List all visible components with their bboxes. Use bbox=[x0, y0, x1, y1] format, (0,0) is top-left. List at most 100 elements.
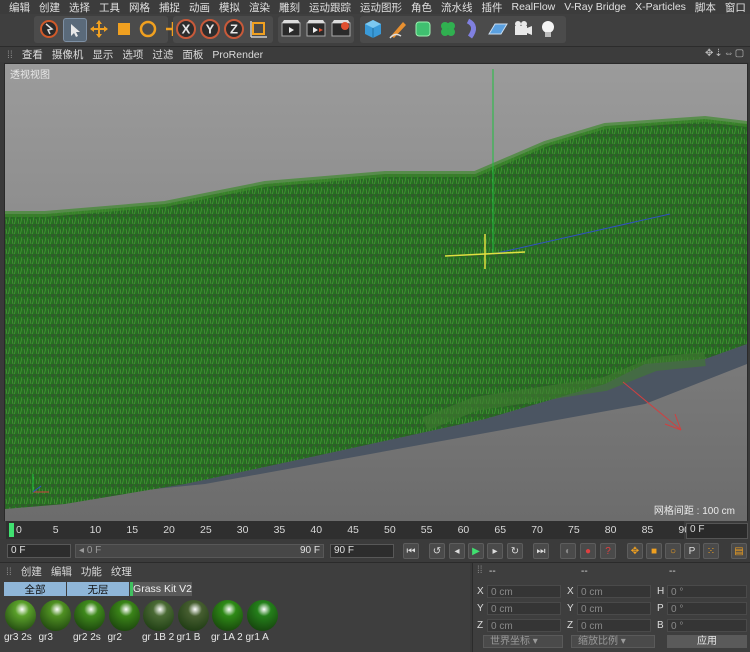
render-view-icon[interactable] bbox=[280, 18, 302, 40]
apply-button[interactable]: 应用 bbox=[667, 635, 747, 648]
viewport-menu-item[interactable]: ProRender bbox=[212, 49, 263, 61]
cube-icon[interactable] bbox=[362, 18, 384, 40]
viewport-menu-item[interactable]: 选项 bbox=[122, 47, 143, 62]
material-swatch[interactable]: gr 1A 2 bbox=[211, 599, 244, 651]
auto-key-icon[interactable]: ● bbox=[580, 543, 596, 559]
light-icon[interactable] bbox=[537, 18, 559, 40]
deformer-icon[interactable] bbox=[462, 18, 484, 40]
material-swatch[interactable]: gr1 A bbox=[246, 599, 279, 651]
coord-value-field[interactable]: 0 ° bbox=[667, 585, 747, 598]
scale-icon[interactable] bbox=[113, 18, 135, 40]
keyframe-selection-icon[interactable]: ? bbox=[600, 543, 616, 559]
move-icon[interactable] bbox=[88, 18, 110, 40]
cloner-icon[interactable] bbox=[437, 18, 459, 40]
material-menu-item[interactable]: 纹理 bbox=[111, 564, 132, 579]
playhead[interactable] bbox=[9, 523, 14, 537]
floor-icon[interactable] bbox=[487, 18, 509, 40]
menu-item[interactable]: V-Ray Bridge bbox=[564, 1, 626, 13]
viewport-menu-item[interactable]: 查看 bbox=[22, 47, 43, 62]
rotate-icon[interactable] bbox=[137, 18, 159, 40]
key-scale-icon[interactable]: ■ bbox=[646, 543, 662, 559]
viewport-nav-icons[interactable]: ✥⇣⇔▢ bbox=[705, 48, 745, 59]
menu-item[interactable]: 脚本 bbox=[695, 0, 716, 15]
menu-item[interactable]: 动画 bbox=[189, 0, 210, 15]
viewport-menu-item[interactable]: 过滤 bbox=[152, 47, 173, 62]
menu-item[interactable]: 创建 bbox=[39, 0, 60, 15]
viewport-menu-item[interactable]: 面板 bbox=[182, 47, 203, 62]
key-rotation-icon[interactable]: ○ bbox=[665, 543, 681, 559]
coord-value-field[interactable]: 0 cm bbox=[577, 602, 651, 615]
menu-item[interactable]: 运动跟踪 bbox=[309, 0, 351, 15]
prev-key-icon[interactable]: ↺ bbox=[429, 543, 445, 559]
undo-view-icon[interactable] bbox=[38, 18, 60, 40]
material-swatch[interactable]: gr3 2s bbox=[4, 599, 37, 651]
material-swatch[interactable]: gr1 B bbox=[177, 599, 210, 651]
menu-item[interactable]: 插件 bbox=[482, 0, 503, 15]
menu-item[interactable]: 网格 bbox=[129, 0, 150, 15]
menu-item[interactable]: X-Particles bbox=[635, 1, 686, 13]
live-select-icon[interactable] bbox=[63, 18, 87, 42]
next-frame-icon[interactable]: ▸ bbox=[487, 543, 503, 559]
world-coordinates-dropdown[interactable]: 世界坐标 ▾ bbox=[483, 635, 563, 648]
viewport-menu-item[interactable]: 显示 bbox=[92, 47, 113, 62]
render-picture-viewer-icon[interactable] bbox=[305, 18, 327, 40]
layer-tab-all[interactable]: 全部 bbox=[4, 582, 66, 596]
menu-item[interactable]: 渲染 bbox=[249, 0, 270, 15]
z-axis-icon[interactable]: Z bbox=[223, 18, 245, 40]
next-key-icon[interactable]: ↻ bbox=[507, 543, 523, 559]
timeline[interactable]: 0 5 10 15 20 25 30 35 40 45 50 55 60 65 70 75 80 85 90 0 F bbox=[0, 521, 750, 539]
pen-icon[interactable] bbox=[387, 18, 409, 40]
key-parameter-icon[interactable]: P bbox=[684, 543, 700, 559]
coord-value-field[interactable]: 0 ° bbox=[667, 619, 747, 632]
coord-value-field[interactable]: 0 cm bbox=[487, 585, 561, 598]
perspective-viewport[interactable]: 透视视图 网格间距 : 100 cm bbox=[4, 63, 748, 522]
menu-item[interactable]: 选择 bbox=[69, 0, 90, 15]
menu-item[interactable]: RealFlow bbox=[512, 1, 556, 13]
material-swatch[interactable]: gr2 bbox=[108, 599, 141, 651]
material-swatch[interactable]: gr3 bbox=[39, 599, 72, 651]
coordinate-system-icon[interactable] bbox=[248, 18, 270, 40]
render-settings-icon[interactable] bbox=[330, 18, 352, 40]
key-position-icon[interactable]: ✥ bbox=[627, 543, 643, 559]
coord-value-field[interactable]: 0 cm bbox=[487, 619, 561, 632]
frame-range-slider[interactable]: ◂ 0 F 90 F bbox=[75, 544, 324, 558]
prev-frame-icon[interactable]: ◂ bbox=[449, 543, 465, 559]
end-frame-field[interactable]: 90 F bbox=[330, 544, 394, 558]
material-menu-item[interactable]: 创建 bbox=[21, 564, 42, 579]
key-pla-icon[interactable]: ⁙ bbox=[703, 543, 719, 559]
x-axis-icon[interactable]: X bbox=[175, 18, 197, 40]
viewport-menu-item[interactable]: 摄像机 bbox=[52, 47, 84, 62]
goto-end-icon[interactable]: ⏭ bbox=[533, 543, 549, 559]
material-swatch[interactable]: gr2 2s bbox=[73, 599, 106, 651]
layer-tab-none[interactable]: 无层 bbox=[67, 582, 129, 596]
start-frame-field[interactable]: 0 F bbox=[7, 544, 71, 558]
timeline-window-icon[interactable]: ▤ bbox=[731, 543, 747, 559]
timeline-ruler[interactable]: 0 5 10 15 20 25 30 35 40 45 50 55 60 65 70 75 80 85 90 bbox=[6, 521, 690, 539]
menu-item[interactable]: 雕刻 bbox=[279, 0, 300, 15]
menu-item[interactable]: 流水线 bbox=[441, 0, 473, 15]
menu-item[interactable]: 工具 bbox=[99, 0, 120, 15]
camera-icon[interactable] bbox=[512, 18, 534, 40]
y-axis-icon[interactable]: Y bbox=[199, 18, 221, 40]
subdivision-icon[interactable] bbox=[412, 18, 434, 40]
coord-value-field[interactable]: 0 cm bbox=[487, 602, 561, 615]
coord-value-field[interactable]: 0 ° bbox=[667, 602, 747, 615]
material-menu-item[interactable]: 功能 bbox=[81, 564, 102, 579]
play-icon[interactable]: ▶ bbox=[468, 543, 484, 559]
menu-item[interactable]: 捕捉 bbox=[159, 0, 180, 15]
coord-value-field[interactable]: 0 cm bbox=[577, 585, 651, 598]
goto-start-icon[interactable]: ⏮ bbox=[403, 543, 419, 559]
coord-value-field[interactable]: 0 cm bbox=[577, 619, 651, 632]
material-swatch[interactable]: gr 1B 2 bbox=[142, 599, 175, 651]
menu-item[interactable]: 角色 bbox=[411, 0, 432, 15]
menu-item[interactable]: 窗口 bbox=[725, 0, 746, 15]
scale-mode-dropdown[interactable]: 缩放比例 ▾ bbox=[571, 635, 655, 648]
timeline-tick: 15 bbox=[126, 524, 139, 536]
material-menu-item[interactable]: 编辑 bbox=[51, 564, 72, 579]
current-frame-field[interactable]: 0 F bbox=[686, 523, 748, 539]
record-keys-icon[interactable]: ◐ bbox=[560, 543, 576, 559]
menu-item[interactable]: 运动图形 bbox=[360, 0, 402, 15]
menu-item[interactable]: 编辑 bbox=[9, 0, 30, 15]
menu-item[interactable]: 模拟 bbox=[219, 0, 240, 15]
layer-tab-grass-kit[interactable]: Grass Kit V2 bbox=[130, 582, 192, 596]
